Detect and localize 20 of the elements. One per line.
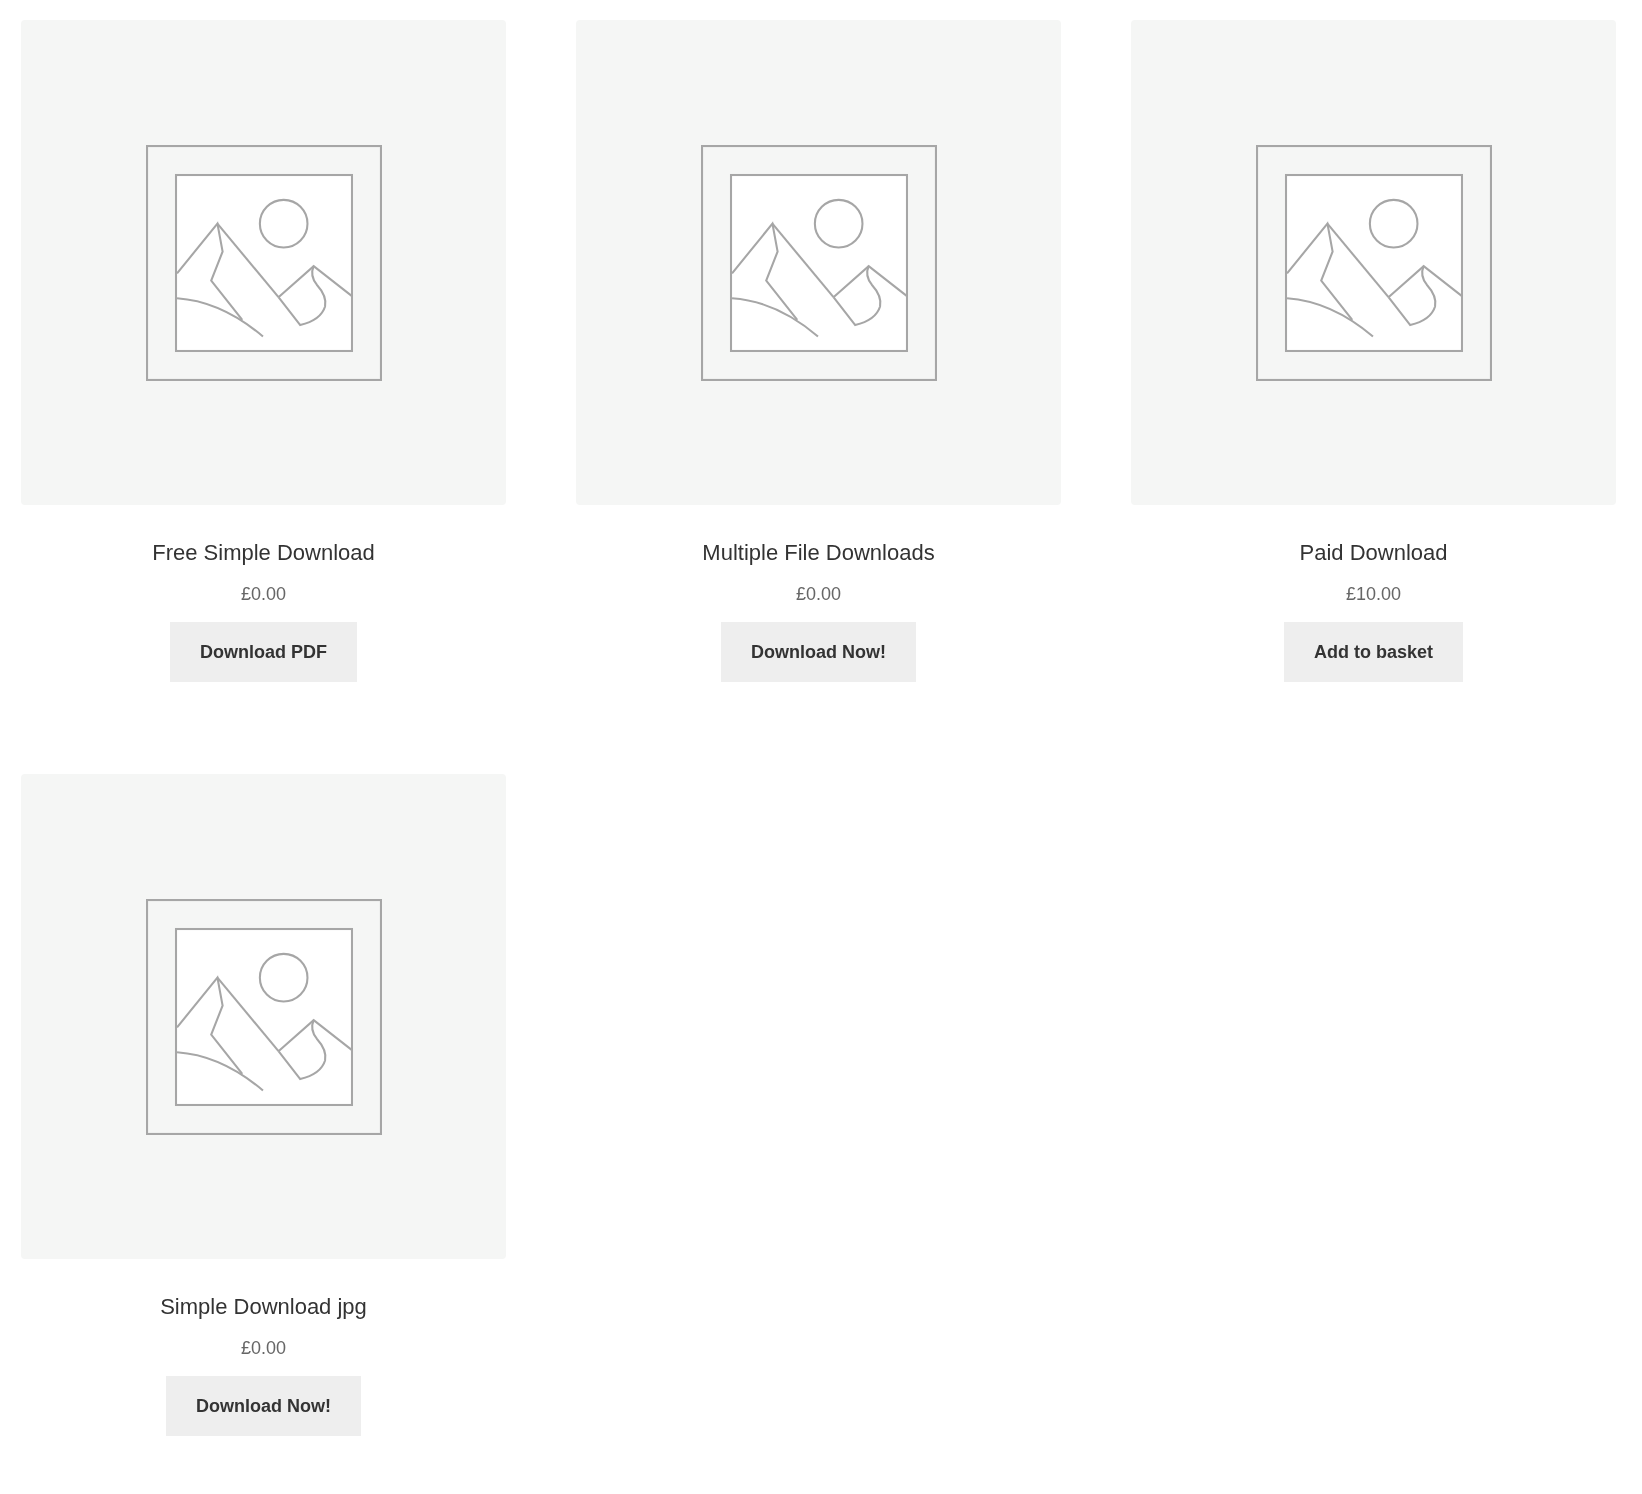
product-action-button[interactable]: Download Now! [166,1376,361,1436]
product-action-button[interactable]: Add to basket [1284,622,1463,682]
product-action-button[interactable]: Download Now! [721,622,916,682]
product-image-panel[interactable] [21,774,506,1259]
product-title[interactable]: Multiple File Downloads [702,538,935,568]
product-image-panel[interactable] [576,20,1061,505]
image-placeholder-icon [700,144,937,381]
product-image-panel[interactable] [1131,20,1616,505]
product-title[interactable]: Simple Download jpg [160,1292,367,1322]
product-action-button[interactable]: Download PDF [170,622,357,682]
image-placeholder-icon [145,898,382,1135]
product-price: £10.00 [1345,583,1402,606]
image-placeholder-icon [145,144,382,381]
product-price: £0.00 [795,583,841,606]
image-placeholder-icon [1255,144,1492,381]
product-image-panel[interactable] [21,20,506,505]
product-title[interactable]: Free Simple Download [152,538,375,568]
product-price: £0.00 [240,1337,286,1360]
product-price: £0.00 [240,583,286,606]
product-title[interactable]: Paid Download [1299,538,1448,568]
